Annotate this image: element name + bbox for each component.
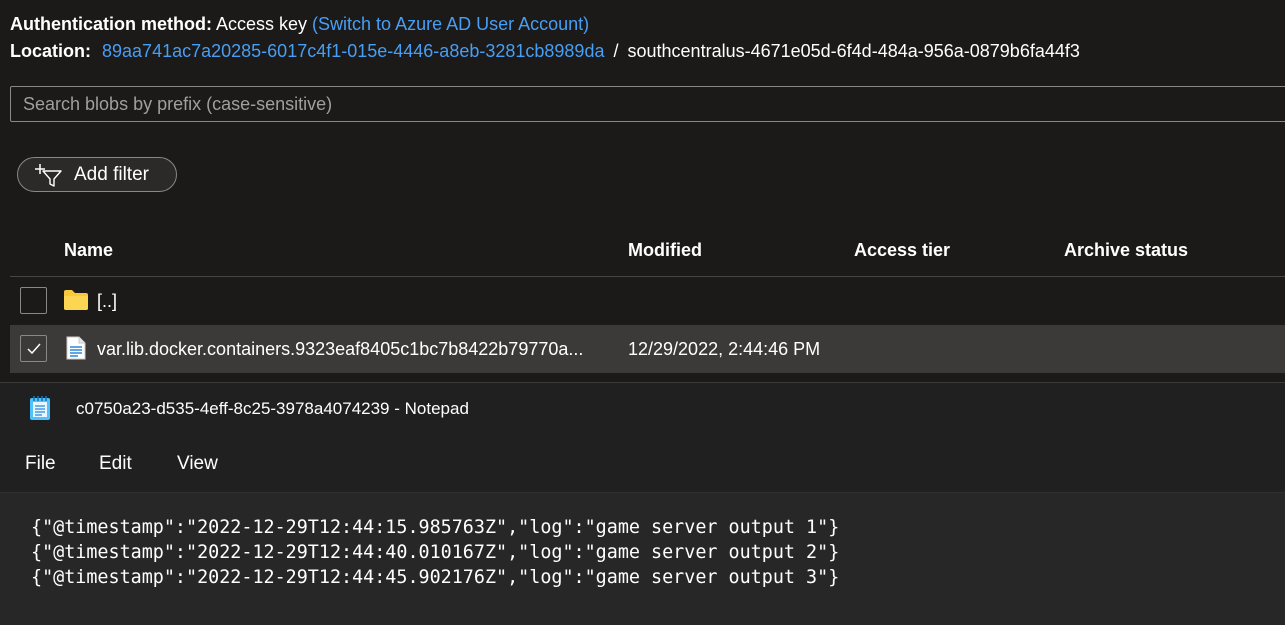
switch-auth-link[interactable]: (Switch to Azure AD User Account): [312, 14, 589, 34]
text-line: {"@timestamp":"2022-12-29T12:44:15.98576…: [31, 517, 840, 538]
auth-method-value: Access key: [216, 14, 308, 34]
add-filter-icon: [35, 163, 62, 187]
checkmark-icon: [26, 343, 41, 354]
location-line: Location: 89aa741ac7a20285-6017c4f1-015e…: [10, 41, 1080, 62]
container-link[interactable]: 89aa741ac7a20285-6017c4f1-015e-4446-a8eb…: [102, 41, 604, 61]
row-name[interactable]: var.lib.docker.containers.9323eaf8405c1b…: [97, 339, 583, 360]
notepad-title: c0750a23-d535-4eff-8c25-3978a4074239 - N…: [76, 399, 469, 418]
text-line: {"@timestamp":"2022-12-29T12:44:45.90217…: [31, 567, 840, 588]
add-filter-button[interactable]: Add filter: [17, 157, 177, 192]
menu-file[interactable]: File: [25, 453, 56, 475]
column-header-archive-status[interactable]: Archive status: [1064, 240, 1188, 261]
menu-edit[interactable]: Edit: [99, 453, 132, 475]
notepad-app-icon: [30, 396, 50, 420]
text-line: {"@timestamp":"2022-12-29T12:44:40.01016…: [31, 542, 840, 563]
table-row[interactable]: [..]: [10, 277, 1285, 325]
column-header-modified[interactable]: Modified: [628, 240, 702, 261]
menu-view[interactable]: View: [177, 453, 218, 475]
table-row[interactable]: var.lib.docker.containers.9323eaf8405c1b…: [10, 325, 1285, 373]
notepad-window: c0750a23-d535-4eff-8c25-3978a4074239 - N…: [0, 382, 1285, 625]
file-icon: [66, 336, 86, 360]
auth-method-line: Authentication method: Access key (Switc…: [10, 14, 589, 35]
auth-method-label: Authentication method:: [10, 14, 212, 34]
folder-icon: [64, 290, 88, 310]
location-path: southcentralus-4671e05d-6f4d-484a-956a-0…: [627, 41, 1080, 61]
row-name[interactable]: [..]: [97, 291, 117, 312]
notepad-text-area[interactable]: {"@timestamp":"2022-12-29T12:44:15.98576…: [0, 493, 1285, 625]
row-checkbox[interactable]: [20, 287, 47, 314]
location-label: Location:: [10, 41, 91, 61]
row-modified: 12/29/2022, 2:44:46 PM: [628, 339, 821, 359]
column-header-access-tier[interactable]: Access tier: [854, 240, 950, 261]
add-filter-label: Add filter: [74, 163, 149, 185]
path-separator: /: [613, 41, 619, 61]
row-checkbox-checked[interactable]: [20, 335, 47, 362]
column-header-name[interactable]: Name: [64, 240, 113, 261]
search-input[interactable]: [10, 86, 1285, 122]
